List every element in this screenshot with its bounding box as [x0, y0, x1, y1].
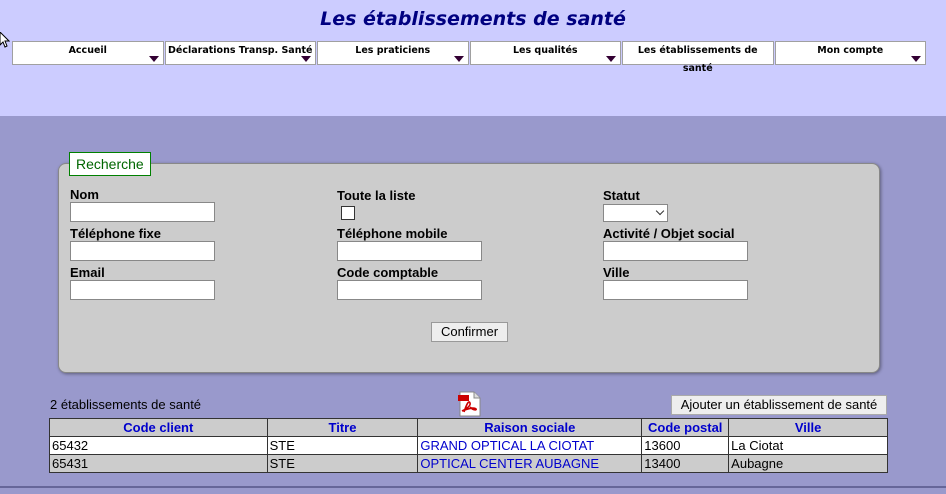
menu-mon-compte[interactable]: Mon compte: [774, 41, 926, 65]
menu-etablissements[interactable]: Les établissements de santé: [622, 41, 774, 74]
bottom-divider: [0, 486, 946, 488]
menu-declarations[interactable]: Déclarations Transp. Santé: [164, 41, 316, 65]
email-label: Email: [70, 265, 105, 280]
tel-fixe-label: Téléphone fixe: [70, 226, 162, 241]
code-comptable-input[interactable]: [337, 280, 482, 300]
menu-label: Mon compte: [817, 45, 884, 56]
statut-label: Statut: [603, 188, 640, 203]
add-establishment-button[interactable]: Ajouter un établissement de santé: [671, 395, 887, 415]
chevron-down-icon: [655, 206, 665, 216]
pdf-export-icon[interactable]: [458, 391, 482, 417]
menu-qualites[interactable]: Les qualités: [469, 41, 621, 65]
menu-label: Les qualités: [512, 45, 578, 56]
column-header-ville[interactable]: Ville: [728, 418, 888, 437]
table-row: 65431 STE OPTICAL CENTER AUBAGNE 13400 A…: [49, 454, 888, 473]
cell-titre: STE: [266, 436, 419, 455]
menu-label: Déclarations Transp. Santé: [168, 45, 313, 56]
ville-input[interactable]: [603, 280, 748, 300]
column-header-titre[interactable]: Titre: [266, 418, 419, 437]
table-header-row: Code client Titre Raison sociale Code po…: [49, 418, 888, 437]
email-input[interactable]: [70, 280, 215, 300]
tel-mobile-input[interactable]: [337, 241, 482, 261]
cell-code-postal: 13400: [641, 454, 730, 473]
code-comptable-label: Code comptable: [337, 265, 439, 280]
menu-praticiens[interactable]: Les praticiens: [317, 41, 469, 65]
result-count: 2 établissements de santé: [50, 397, 202, 412]
cell-ville: La Ciotat: [728, 436, 888, 455]
search-legend: Recherche: [69, 152, 151, 176]
main-menu: Accueil Déclarations Transp. Santé Les p…: [12, 41, 926, 74]
page-title: Les établissements de santé: [320, 8, 626, 30]
tel-mobile-label: Téléphone mobile: [337, 226, 448, 241]
cell-raison-sociale-link[interactable]: OPTICAL CENTER AUBAGNE: [417, 454, 643, 473]
cell-code-client: 65431: [49, 454, 268, 473]
cell-code-postal: 13600: [641, 436, 730, 455]
results-table: Code client Titre Raison sociale Code po…: [49, 418, 888, 473]
ville-label: Ville: [603, 265, 630, 280]
cell-code-client: 65432: [49, 436, 268, 455]
table-row: 65432 STE GRAND OPTICAL LA CIOTAT 13600 …: [49, 436, 888, 455]
cell-ville: Aubagne: [728, 454, 888, 473]
dropdown-arrow-icon: [911, 56, 921, 62]
activite-label: Activité / Objet social: [603, 226, 735, 241]
nom-label: Nom: [70, 187, 99, 202]
activite-input[interactable]: [603, 241, 748, 261]
statut-select[interactable]: [603, 204, 668, 222]
dropdown-arrow-icon: [453, 56, 464, 62]
tel-fixe-input[interactable]: [70, 241, 215, 261]
cell-raison-sociale-link[interactable]: GRAND OPTICAL LA CIOTAT: [417, 436, 643, 455]
mouse-cursor-icon: [0, 32, 10, 48]
menu-accueil[interactable]: Accueil: [12, 41, 164, 65]
column-header-code-postal[interactable]: Code postal: [641, 418, 730, 437]
dropdown-arrow-icon: [301, 56, 311, 62]
dropdown-arrow-icon: [148, 56, 159, 62]
nom-input[interactable]: [70, 202, 215, 222]
column-header-code-client[interactable]: Code client: [49, 418, 268, 437]
menu-label: Les praticiens: [355, 45, 431, 56]
dropdown-arrow-icon: [606, 56, 616, 62]
toute-liste-label: Toute la liste: [337, 188, 416, 203]
toute-liste-checkbox[interactable]: [341, 206, 355, 220]
menu-label: Accueil: [68, 45, 107, 56]
confirm-button[interactable]: Confirmer: [431, 322, 508, 342]
column-header-raison-sociale[interactable]: Raison sociale: [417, 418, 643, 437]
cell-titre: STE: [266, 454, 419, 473]
